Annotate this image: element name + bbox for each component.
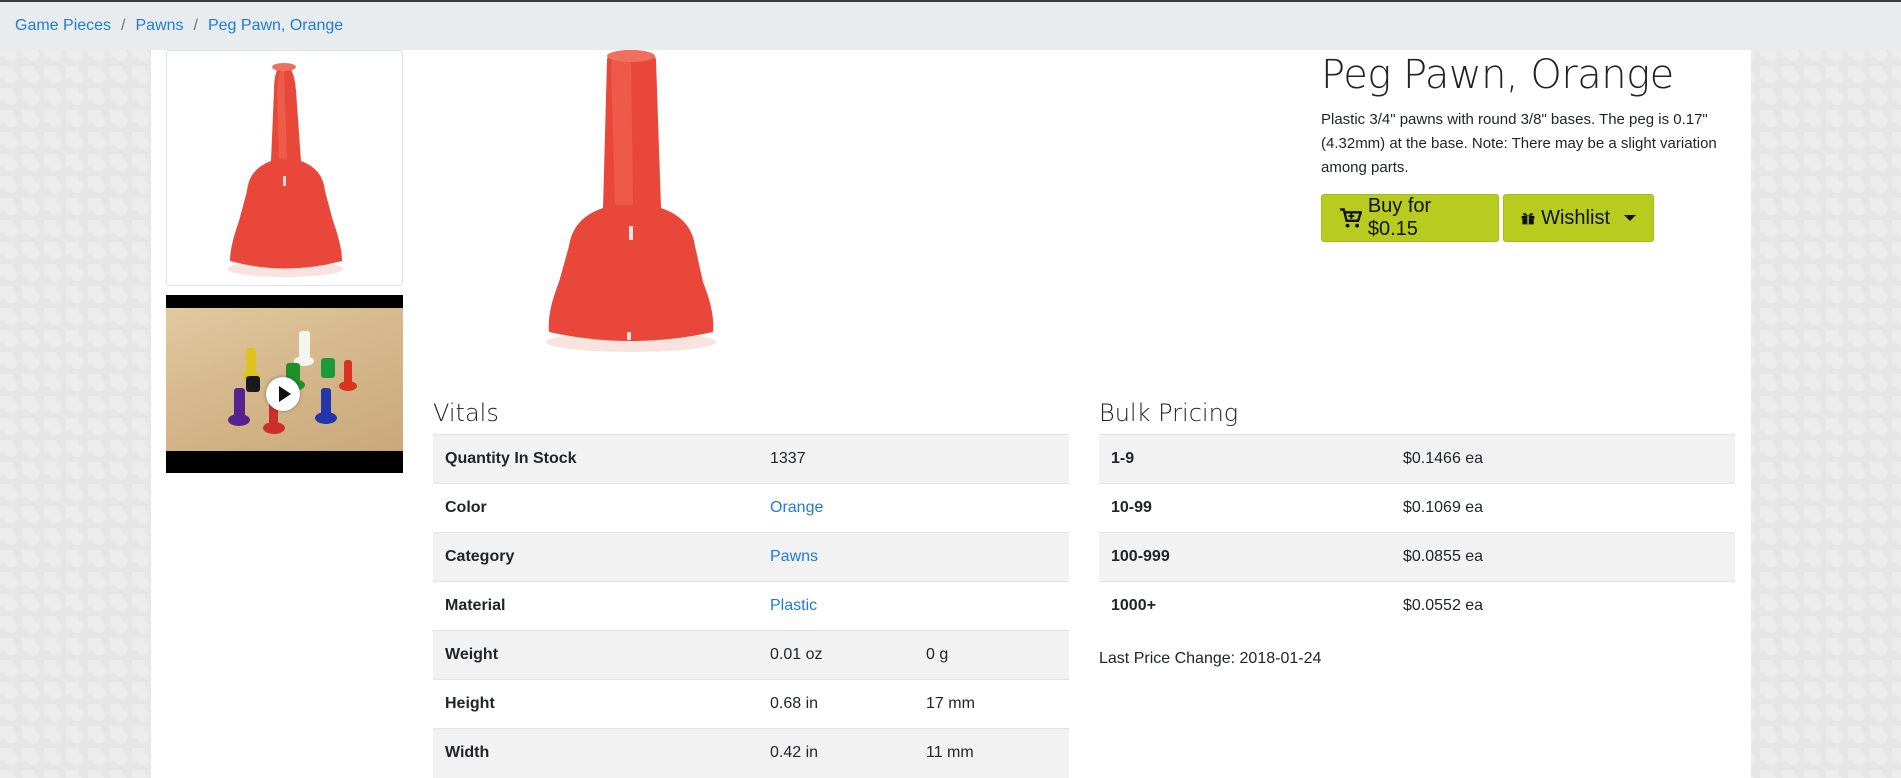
wishlist-button-label: Wishlist (1541, 206, 1610, 229)
table-row: Height 0.68 in 17 mm (433, 679, 1069, 729)
cart-plus-icon (1339, 208, 1362, 228)
pawn-main-graphic (546, 50, 716, 352)
table-row: Material Plastic (433, 581, 1069, 631)
table-row: Category Pawns (433, 532, 1069, 582)
category-link[interactable]: Pawns (770, 548, 818, 565)
product-title: Peg Pawn, Orange (1321, 52, 1674, 98)
color-link[interactable]: Orange (770, 499, 823, 516)
bulk-pricing-table: 1-9 $0.1466 ea 10-99 $0.1069 ea 100-999 … (1099, 434, 1735, 631)
vitals-label: Width (433, 728, 758, 778)
vitals-label: Height (433, 679, 758, 729)
breadcrumb-current[interactable]: Peg Pawn, Orange (208, 17, 343, 35)
bulk-qty: 100-999 (1099, 532, 1391, 582)
main-product-image[interactable] (481, 50, 781, 360)
bulk-price: $0.0855 ea (1391, 532, 1735, 582)
vitals-heading: Vitals (433, 399, 499, 427)
vitals-value-metric: 17 mm (914, 679, 1069, 729)
vitals-label: Category (433, 532, 758, 582)
vitals-value-metric (914, 532, 1069, 582)
pawn-thumbnail-graphic (227, 63, 343, 277)
breadcrumb-game-pieces[interactable]: Game Pieces (15, 17, 111, 35)
table-row: 1-9 $0.1466 ea (1099, 434, 1735, 484)
vitals-value-metric: 11 mm (914, 728, 1069, 778)
table-row: 1000+ $0.0552 ea (1099, 581, 1735, 631)
chevron-down-icon (1624, 215, 1636, 221)
play-icon[interactable] (266, 377, 300, 411)
vitals-value: 1337 (758, 434, 914, 484)
vitals-value: 0.68 in (758, 679, 914, 729)
last-price-change: Last Price Change: 2018-01-24 (1099, 650, 1322, 667)
table-row: Width 0.42 in 11 mm (433, 728, 1069, 778)
vitals-label: Weight (433, 630, 758, 680)
vitals-label: Color (433, 483, 758, 533)
video-frame (166, 308, 403, 451)
bulk-qty: 1-9 (1099, 434, 1391, 484)
gift-icon (1521, 213, 1535, 225)
table-row: Color Orange (433, 483, 1069, 533)
bulk-price: $0.1466 ea (1391, 434, 1735, 484)
product-container: Peg Pawn, Orange Plastic 3/4" pawns with… (151, 50, 1751, 778)
bulk-qty: 10-99 (1099, 483, 1391, 533)
table-row: Weight 0.01 oz 0 g (433, 630, 1069, 680)
table-row: 10-99 $0.1069 ea (1099, 483, 1735, 533)
bulk-price: $0.0552 ea (1391, 581, 1735, 631)
material-link[interactable]: Plastic (770, 597, 817, 614)
bulk-pricing-heading: Bulk Pricing (1099, 399, 1239, 427)
vitals-value: 0.01 oz (758, 630, 914, 680)
table-row: 100-999 $0.0855 ea (1099, 532, 1735, 582)
breadcrumb-pawns[interactable]: Pawns (136, 17, 184, 35)
vitals-value: 0.42 in (758, 728, 914, 778)
breadcrumb-separator: / (121, 17, 126, 34)
vitals-label: Material (433, 581, 758, 631)
product-description: Plastic 3/4" pawns with round 3/8" bases… (1321, 111, 1717, 176)
bulk-qty: 1000+ (1099, 581, 1391, 631)
thumbnail-image[interactable] (166, 50, 403, 286)
buy-button[interactable]: Buy for $0.15 (1321, 194, 1499, 242)
vitals-value-metric (914, 434, 1069, 484)
buy-button-label: Buy for $0.15 (1367, 195, 1432, 240)
vitals-value-metric (914, 581, 1069, 631)
wishlist-button[interactable]: Wishlist (1503, 194, 1654, 242)
vitals-value-metric (914, 483, 1069, 533)
breadcrumb: Game Pieces / Pawns / Peg Pawn, Orange (0, 2, 1901, 50)
vitals-value-metric: 0 g (914, 630, 1069, 680)
breadcrumb-separator: / (193, 17, 198, 34)
vitals-table: Quantity In Stock 1337 Color Orange Cate… (433, 434, 1069, 778)
video-thumbnail[interactable] (166, 295, 403, 473)
vitals-label: Quantity In Stock (433, 434, 758, 484)
bulk-price: $0.1069 ea (1391, 483, 1735, 533)
table-row: Quantity In Stock 1337 (433, 434, 1069, 484)
